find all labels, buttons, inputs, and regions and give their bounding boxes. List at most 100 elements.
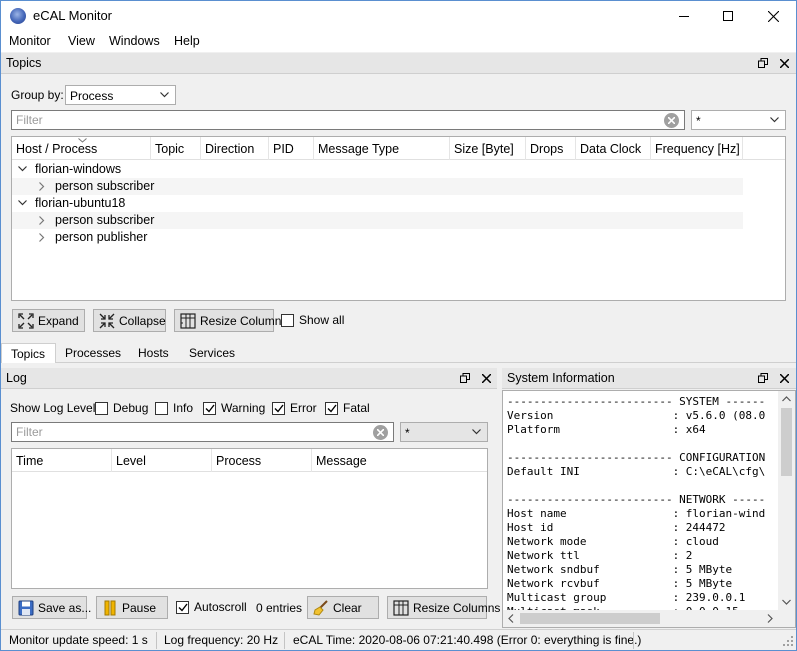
level-warning-checkbox[interactable]: Warning bbox=[203, 401, 265, 415]
chevron-right-icon[interactable] bbox=[39, 233, 45, 242]
save-as-button[interactable]: Save as... bbox=[12, 596, 91, 619]
chevron-down-icon[interactable] bbox=[18, 200, 27, 206]
scroll-left-icon[interactable] bbox=[508, 614, 514, 623]
log-filter-input[interactable] bbox=[12, 423, 393, 441]
clear-filter-icon[interactable] bbox=[373, 425, 388, 440]
level-warning-box[interactable] bbox=[203, 401, 216, 415]
group-by-select[interactable]: Process bbox=[65, 85, 176, 105]
autoscroll-label: Autoscroll bbox=[194, 600, 247, 614]
sysinfo-vertical-scrollbar[interactable] bbox=[778, 391, 795, 612]
log-table[interactable]: Time Level Process Message bbox=[11, 448, 488, 589]
topics-resize-columns-button[interactable]: Resize Columns bbox=[174, 309, 287, 332]
show-log-level-label: Show Log Level: bbox=[10, 401, 99, 415]
log-float-button[interactable] bbox=[458, 371, 472, 385]
log-resize-columns-button[interactable]: Resize Columns bbox=[387, 596, 500, 619]
col-frequency[interactable]: Frequency [Hz] bbox=[651, 137, 743, 160]
col-message-type[interactable]: Message Type bbox=[314, 137, 450, 160]
topics-float-button[interactable] bbox=[756, 56, 770, 70]
maximize-icon bbox=[723, 11, 733, 21]
float-icon bbox=[758, 58, 768, 68]
autoscroll-checkbox[interactable]: Autoscroll bbox=[176, 600, 247, 614]
close-window-button[interactable] bbox=[750, 1, 796, 31]
chevron-right-icon[interactable] bbox=[39, 216, 45, 225]
topics-filter-field[interactable] bbox=[11, 110, 685, 130]
tab-topics[interactable]: Topics bbox=[1, 343, 56, 363]
close-icon bbox=[779, 58, 789, 68]
menu-view[interactable]: View bbox=[68, 34, 95, 48]
scroll-corner bbox=[778, 610, 795, 627]
col-host-process[interactable]: Host / Process bbox=[12, 137, 151, 160]
autoscroll-box[interactable] bbox=[176, 600, 189, 614]
tab-hosts[interactable]: Hosts bbox=[129, 343, 178, 363]
pause-button[interactable]: Pause bbox=[96, 596, 168, 619]
checkmark-icon bbox=[327, 404, 337, 413]
col-topic[interactable]: Topic bbox=[151, 137, 201, 160]
sysinfo-close-button[interactable] bbox=[777, 371, 791, 385]
show-all-box[interactable] bbox=[281, 313, 294, 327]
sysinfo-hscroll-thumb[interactable] bbox=[520, 613, 660, 624]
menu-monitor[interactable]: Monitor bbox=[9, 34, 51, 48]
tree-host-row[interactable]: florian-ubuntu18 bbox=[12, 195, 743, 212]
topics-filter-column-select[interactable]: * bbox=[691, 110, 786, 130]
log-entry-count: 0 entries bbox=[256, 601, 303, 615]
tree-host-label: florian-windows bbox=[35, 162, 122, 176]
tree-process-row[interactable]: person subscriber bbox=[12, 212, 743, 229]
scroll-down-icon[interactable] bbox=[782, 599, 791, 605]
tree-process-row[interactable]: person publisher bbox=[12, 229, 743, 246]
checkmark-icon bbox=[274, 404, 284, 413]
col-direction[interactable]: Direction bbox=[201, 137, 269, 160]
sysinfo-float-button[interactable] bbox=[756, 371, 770, 385]
level-error-box[interactable] bbox=[272, 401, 285, 415]
minimize-button[interactable] bbox=[661, 1, 707, 31]
expand-button[interactable]: Expand bbox=[12, 309, 85, 332]
log-close-button[interactable] bbox=[479, 371, 493, 385]
sysinfo-vscroll-thumb[interactable] bbox=[781, 408, 792, 476]
chevron-right-icon[interactable] bbox=[39, 182, 45, 191]
collapse-button[interactable]: Collapse bbox=[93, 309, 166, 332]
scroll-right-icon[interactable] bbox=[767, 614, 773, 623]
col-data-clock[interactable]: Data Clock bbox=[576, 137, 651, 160]
topics-close-button[interactable] bbox=[777, 56, 791, 70]
col-size[interactable]: Size [Byte] bbox=[450, 137, 526, 160]
tree-host-row[interactable]: florian-windows bbox=[12, 161, 743, 178]
show-all-checkbox[interactable]: Show all bbox=[281, 313, 344, 327]
group-by-label: Group by: bbox=[11, 88, 64, 102]
sysinfo-text: ------------------------- SYSTEM ------ … bbox=[507, 395, 766, 618]
status-separator bbox=[284, 632, 285, 649]
col-message[interactable]: Message bbox=[312, 449, 487, 472]
level-fatal-checkbox[interactable]: Fatal bbox=[325, 401, 370, 415]
sysinfo-horizontal-scrollbar[interactable] bbox=[503, 610, 780, 627]
topics-tree-table[interactable]: Host / Process Topic Direction PID Messa… bbox=[11, 136, 786, 301]
clear-log-button[interactable]: Clear bbox=[307, 596, 379, 619]
level-debug-checkbox[interactable]: Debug bbox=[95, 401, 148, 415]
level-info-box[interactable] bbox=[155, 401, 168, 415]
chevron-down-icon[interactable] bbox=[18, 166, 27, 172]
save-as-label: Save as... bbox=[38, 600, 92, 615]
menu-help[interactable]: Help bbox=[174, 34, 200, 48]
col-time[interactable]: Time bbox=[12, 449, 112, 472]
level-fatal-label: Fatal bbox=[343, 401, 370, 415]
clear-filter-icon[interactable] bbox=[664, 113, 679, 128]
level-debug-box[interactable] bbox=[95, 401, 108, 415]
topics-resize-label: Resize Columns bbox=[200, 313, 288, 328]
size-grip-icon[interactable] bbox=[783, 636, 794, 647]
tree-process-row[interactable]: person subscriber bbox=[12, 178, 743, 195]
tab-services[interactable]: Services bbox=[180, 343, 244, 363]
col-process[interactable]: Process bbox=[212, 449, 312, 472]
col-level[interactable]: Level bbox=[112, 449, 212, 472]
tab-processes[interactable]: Processes bbox=[56, 343, 130, 363]
level-error-checkbox[interactable]: Error bbox=[272, 401, 317, 415]
scroll-up-icon[interactable] bbox=[782, 396, 791, 402]
log-filter-column-select[interactable]: * bbox=[400, 422, 488, 442]
level-info-checkbox[interactable]: Info bbox=[155, 401, 193, 415]
menu-windows[interactable]: Windows bbox=[109, 34, 160, 48]
level-fatal-box[interactable] bbox=[325, 401, 338, 415]
col-drops[interactable]: Drops bbox=[526, 137, 576, 160]
log-filter-field[interactable] bbox=[11, 422, 394, 442]
col-pid[interactable]: PID bbox=[269, 137, 314, 160]
topics-filter-input[interactable] bbox=[12, 111, 684, 129]
main-tab-bar: Topics Processes Hosts Services bbox=[1, 342, 796, 363]
maximize-button[interactable] bbox=[705, 1, 751, 31]
pause-icon bbox=[102, 600, 118, 616]
sysinfo-text-area[interactable]: ------------------------- SYSTEM ------ … bbox=[502, 390, 796, 628]
